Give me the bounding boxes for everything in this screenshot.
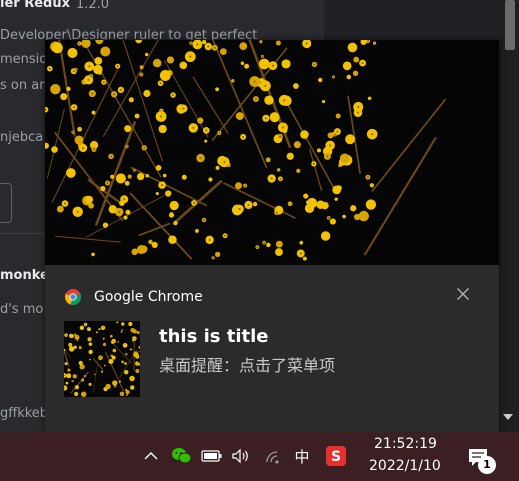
extension-name-2: monke [0,268,49,283]
extension-id: njebca [0,130,44,145]
scroll-down-arrow-icon[interactable] [503,414,513,420]
extension-description-2: d's mo [0,302,44,317]
scrollbar-thumb[interactable] [505,0,515,50]
sogou-icon[interactable]: S [324,442,348,470]
notification-title: this is title [159,326,269,347]
app-name: Google Chrome [94,289,203,305]
close-icon[interactable] [453,284,473,304]
details-button[interactable] [0,183,12,223]
wechat-icon[interactable] [170,442,194,470]
ime-indicator[interactable]: 中 [292,442,312,470]
notification-header: Google Chrome [45,265,499,305]
clock-date[interactable]: 2022/1/10 [369,458,441,474]
notification-hero-image [45,40,499,265]
extension-description-line2: mensio [0,52,48,67]
speaker-icon[interactable] [230,442,252,470]
battery-icon[interactable] [201,442,223,470]
notification-thumbnail [64,321,140,397]
chrome-notification[interactable]: Google Chrome this is title 桌面提醒：点击了菜单项 [45,40,499,432]
notification-body: 桌面提醒：点击了菜单项 [159,356,336,375]
chevron-up-icon[interactable] [141,442,161,470]
extension-description-line3: s on ar [0,78,45,93]
extension-name: ler Redux [0,0,70,11]
extension-version: 1.2.0 [76,0,110,12]
chrome-icon [65,289,81,305]
svg-text:S: S [331,449,341,465]
notification-count-badge: 1 [478,456,496,474]
taskbar: 中 S 21:52:19 2022/1/10 1 [0,432,519,481]
clock-time[interactable]: 21:52:19 [374,436,437,452]
page-scrollbar[interactable] [499,0,519,432]
wifi-icon[interactable] [262,442,284,470]
